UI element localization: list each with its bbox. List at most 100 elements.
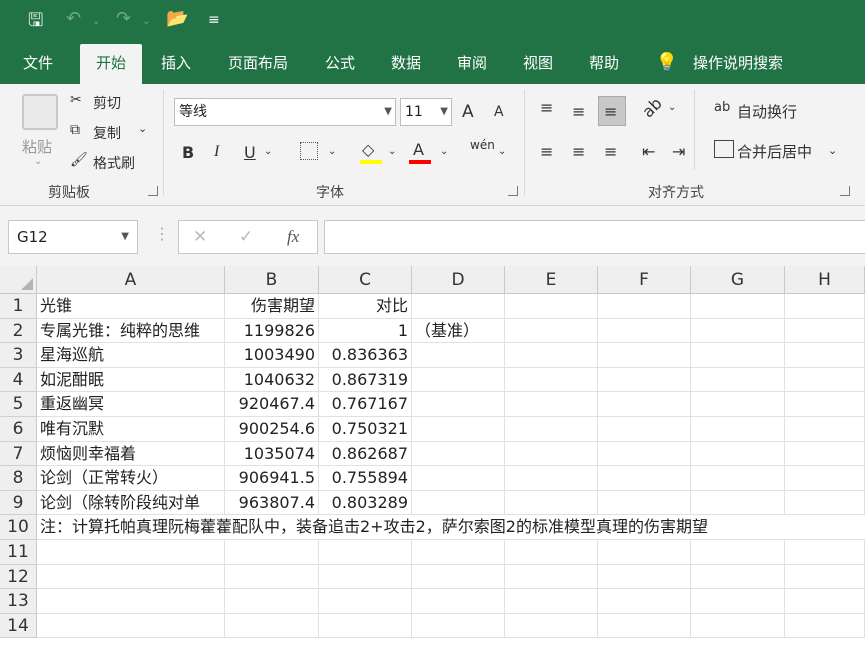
- cell-b3[interactable]: 1003490: [225, 343, 319, 368]
- cell-d13[interactable]: [412, 589, 505, 614]
- cell-b13[interactable]: [225, 589, 319, 614]
- increase-indent-icon[interactable]: ⇥: [672, 142, 685, 161]
- cell-f7[interactable]: [598, 441, 691, 467]
- cell-h12[interactable]: [785, 564, 865, 590]
- paste-icon[interactable]: [22, 94, 58, 130]
- formula-input[interactable]: [324, 220, 865, 254]
- underline-dropdown-icon[interactable]: ⌄: [264, 146, 272, 157]
- cell-c3[interactable]: 0.836363: [319, 343, 412, 368]
- font-size-select[interactable]: 11 ▼: [400, 98, 452, 126]
- borders-dropdown-icon[interactable]: ⌄: [328, 146, 336, 157]
- cell-f13[interactable]: [598, 589, 691, 614]
- cell-d2[interactable]: （基准）: [412, 318, 505, 344]
- tab-page-layout[interactable]: 页面布局: [218, 44, 298, 84]
- cut-button[interactable]: 剪切: [93, 93, 121, 113]
- row-header[interactable]: 6: [0, 417, 37, 442]
- column-header-a[interactable]: A: [37, 266, 225, 294]
- tab-data[interactable]: 数据: [380, 44, 432, 84]
- column-header-e[interactable]: E: [505, 266, 598, 294]
- copy-icon[interactable]: ⧉: [70, 122, 80, 138]
- cell-d14[interactable]: [412, 613, 505, 639]
- cell-h5[interactable]: [785, 392, 865, 417]
- row-header[interactable]: 7: [0, 441, 37, 467]
- tab-review[interactable]: 审阅: [446, 44, 498, 84]
- cell-g11[interactable]: [691, 540, 785, 565]
- cell-a13[interactable]: [37, 589, 225, 614]
- borders-icon[interactable]: [300, 142, 318, 160]
- cell-f4[interactable]: [598, 367, 691, 393]
- cell-b11[interactable]: [225, 540, 319, 565]
- phonetic-dropdown-icon[interactable]: ⌄: [498, 146, 506, 157]
- cell-g2[interactable]: [691, 318, 785, 344]
- cell-e5[interactable]: [505, 392, 598, 417]
- cell-d5[interactable]: [412, 392, 505, 417]
- row-header[interactable]: 11: [0, 540, 37, 565]
- cell-d9[interactable]: [412, 490, 505, 516]
- paste-button[interactable]: 粘贴: [22, 136, 52, 157]
- cell-g8[interactable]: [691, 466, 785, 491]
- cell-b6[interactable]: 900254.6: [225, 417, 319, 442]
- cell-b4[interactable]: 1040632: [225, 367, 319, 393]
- column-header-h[interactable]: H: [785, 266, 865, 294]
- cell-d1[interactable]: [412, 294, 505, 319]
- cell-d11[interactable]: [412, 540, 505, 565]
- cell-a7[interactable]: 烦恼则幸福着: [37, 441, 225, 467]
- cell-d12[interactable]: [412, 564, 505, 590]
- decrease-indent-icon[interactable]: ⇤: [642, 142, 655, 161]
- bold-button[interactable]: B: [182, 143, 194, 162]
- cell-b14[interactable]: [225, 613, 319, 639]
- cell-g6[interactable]: [691, 417, 785, 442]
- cell-a5[interactable]: 重返幽冥: [37, 392, 225, 417]
- cell-h8[interactable]: [785, 466, 865, 491]
- worksheet-grid[interactable]: A B C D E F G H 1 光锥 伤害期望 对比 2 专属光锥：纯粹的思维 1199…: [0, 266, 865, 645]
- wrap-text-icon[interactable]: ab: [714, 100, 730, 115]
- cell-f12[interactable]: [598, 564, 691, 590]
- cell-b2[interactable]: 1199826: [225, 318, 319, 344]
- row-header[interactable]: 14: [0, 613, 37, 639]
- cell-f2[interactable]: [598, 318, 691, 344]
- cell-c1[interactable]: 对比: [319, 294, 412, 319]
- cell-a6[interactable]: 唯有沉默: [37, 417, 225, 442]
- cell-a11[interactable]: [37, 540, 225, 565]
- cell-d7[interactable]: [412, 441, 505, 467]
- cell-c5[interactable]: 0.767167: [319, 392, 412, 417]
- cancel-icon[interactable]: ✕: [193, 227, 207, 247]
- cell-f5[interactable]: [598, 392, 691, 417]
- cell-c11[interactable]: [319, 540, 412, 565]
- cell-c2[interactable]: 1: [319, 318, 412, 344]
- cell-h4[interactable]: [785, 367, 865, 393]
- merge-center-icon[interactable]: [714, 140, 734, 158]
- row-header[interactable]: 12: [0, 564, 37, 590]
- wrap-text-button[interactable]: 自动换行: [737, 101, 797, 122]
- cell-c14[interactable]: [319, 613, 412, 639]
- cell-g5[interactable]: [691, 392, 785, 417]
- cell-e12[interactable]: [505, 564, 598, 590]
- merge-dropdown-icon[interactable]: ⌄: [828, 144, 837, 157]
- cell-e2[interactable]: [505, 318, 598, 344]
- format-painter-icon[interactable]: 🖌: [70, 152, 88, 168]
- cell-c13[interactable]: [319, 589, 412, 614]
- column-header-b[interactable]: B: [225, 266, 319, 294]
- cell-g3[interactable]: [691, 343, 785, 368]
- open-icon[interactable]: 📂: [166, 8, 188, 29]
- clipboard-launcher-icon[interactable]: [148, 186, 158, 196]
- cell-e7[interactable]: [505, 441, 598, 467]
- copy-dropdown-icon[interactable]: ⌄: [138, 122, 147, 135]
- font-color-icon[interactable]: A: [413, 140, 424, 159]
- cell-e13[interactable]: [505, 589, 598, 614]
- cell-e6[interactable]: [505, 417, 598, 442]
- orientation-icon[interactable]: ab: [638, 94, 666, 122]
- cell-f11[interactable]: [598, 540, 691, 565]
- cell-f1[interactable]: [598, 294, 691, 319]
- cell-f6[interactable]: [598, 417, 691, 442]
- cell-g14[interactable]: [691, 613, 785, 639]
- underline-button[interactable]: U: [244, 143, 256, 162]
- cell-b1[interactable]: 伤害期望: [225, 294, 319, 319]
- cell-g13[interactable]: [691, 589, 785, 614]
- font-color-dropdown-icon[interactable]: ⌄: [440, 146, 448, 157]
- font-launcher-icon[interactable]: [508, 186, 518, 196]
- column-header-f[interactable]: F: [598, 266, 691, 294]
- cut-icon[interactable]: ✂: [70, 92, 82, 108]
- customize-toolbar-icon[interactable]: ≡: [208, 12, 220, 28]
- cell-f9[interactable]: [598, 490, 691, 516]
